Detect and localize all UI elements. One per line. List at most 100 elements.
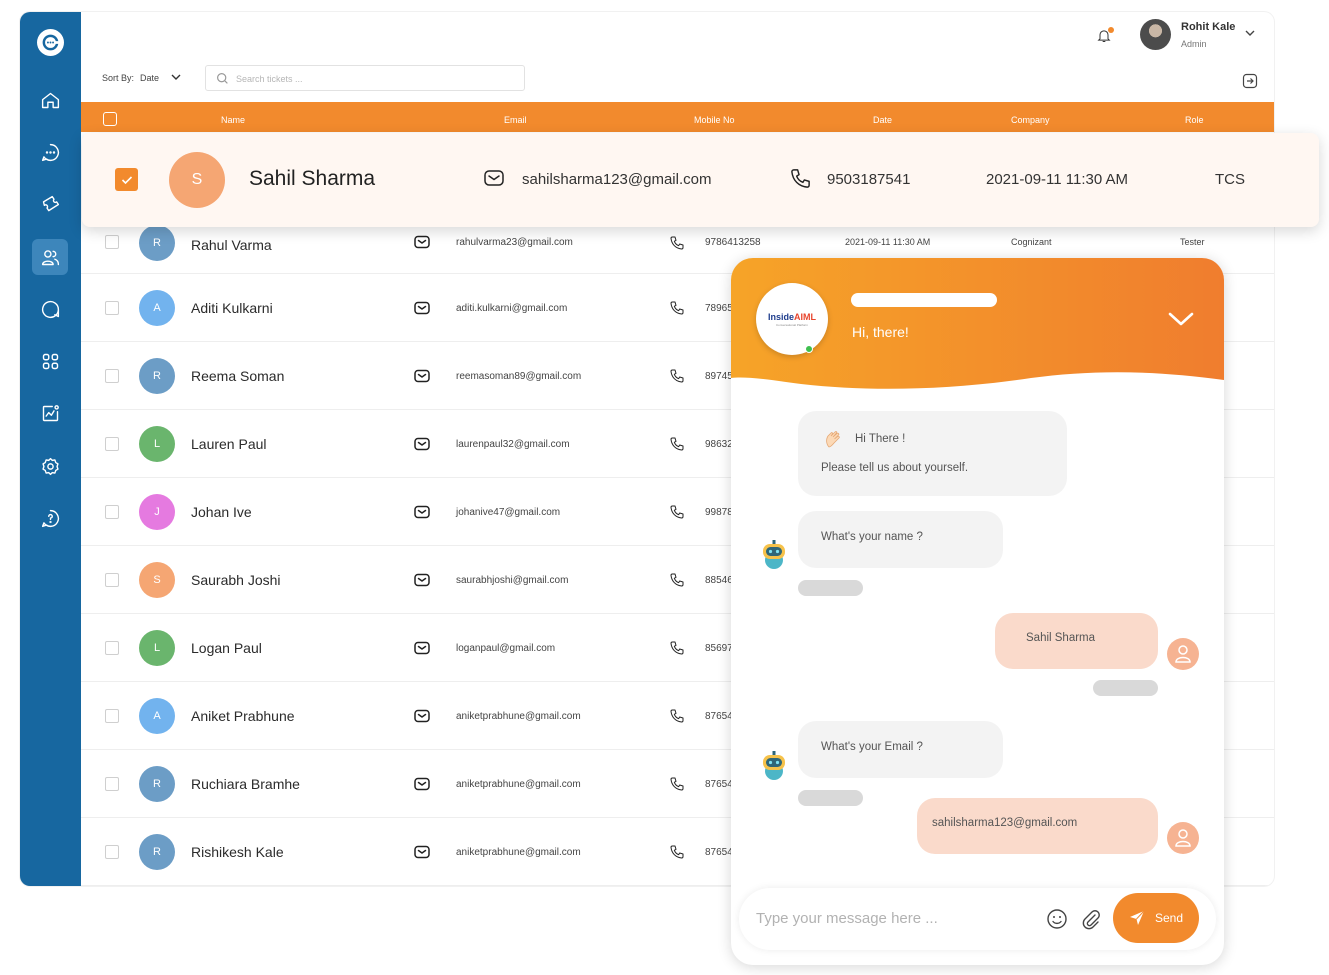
contact-company: TCS (1215, 171, 1245, 188)
contact-mobile: 98632 (705, 439, 733, 450)
avatar: R (139, 834, 175, 870)
contact-email: loganpaul@gmail.com (456, 643, 556, 654)
search-icon (217, 73, 228, 84)
chevron-down-icon[interactable] (1167, 309, 1195, 329)
contact-name: Rishikesh Kale (191, 844, 284, 860)
contact-email: aniketprabhune@gmail.com (456, 847, 581, 858)
bot-avatar-icon (763, 540, 785, 569)
ticket-icon[interactable] (32, 186, 68, 222)
attachment-icon[interactable] (1080, 908, 1102, 930)
export-icon[interactable] (1242, 73, 1258, 89)
contact-date: 2021-09-11 11:30 AM (986, 171, 1129, 188)
emoji-icon[interactable] (1046, 908, 1068, 930)
send-icon (1129, 910, 1145, 925)
home-icon[interactable] (32, 82, 68, 118)
row-checkbox[interactable] (105, 235, 119, 249)
column-header-email[interactable]: Email (504, 115, 527, 125)
message-composer: Send (739, 888, 1216, 950)
phone-icon (670, 709, 684, 723)
chevron-down-icon[interactable] (1244, 28, 1256, 38)
contact-name: Saurabh Joshi (191, 572, 281, 588)
search-box[interactable] (205, 65, 525, 91)
row-checkbox[interactable] (105, 709, 119, 723)
selected-row-card[interactable]: S Sahil Sharma sahilsharma123@gmail.com … (82, 133, 1319, 227)
phone-icon (670, 236, 684, 250)
row-checkbox[interactable] (105, 505, 119, 519)
chat-header: InsideAIML Conversational Platform Hi, t… (731, 258, 1224, 398)
chat-dots-icon[interactable] (32, 134, 68, 170)
contact-name: Aniket Prabhune (191, 708, 295, 724)
column-header-mobile[interactable]: Mobile No (694, 115, 735, 125)
user-avatar-icon (1167, 638, 1199, 670)
brand-name: InsideAIML (767, 311, 816, 322)
chat-logo-icon[interactable] (37, 29, 64, 56)
phone-icon (670, 573, 684, 587)
avatar: L (139, 630, 175, 666)
avatar: J (139, 494, 175, 530)
contact-name: Ruchiara Bramhe (191, 776, 300, 792)
users-icon[interactable] (32, 239, 68, 275)
column-header-company[interactable]: Company (1011, 115, 1050, 125)
mail-icon (414, 777, 430, 791)
column-header-date[interactable]: Date (873, 115, 892, 125)
message-input[interactable] (756, 906, 1041, 930)
intro-line-2: Please tell us about yourself. (821, 462, 969, 474)
settings-icon[interactable] (32, 448, 68, 484)
contact-email: aditi.kulkarni@gmail.com (456, 303, 568, 314)
intro-line-1: Hi There ! (855, 433, 906, 445)
row-checkbox[interactable] (105, 369, 119, 383)
select-all-checkbox[interactable] (103, 112, 117, 126)
contact-email: johanive47@gmail.com (456, 507, 561, 518)
user-role: Admin (1181, 39, 1207, 49)
avatar[interactable] (1140, 19, 1171, 50)
bot-avatar-icon (763, 751, 785, 780)
row-checkbox[interactable] (105, 845, 119, 859)
contact-email: laurenpaul32@gmail.com (456, 439, 570, 450)
mail-icon (414, 573, 430, 587)
avatar: R (139, 358, 175, 394)
mail-icon (414, 369, 430, 383)
search-input[interactable] (236, 70, 516, 87)
message-text: Sahil Sharma (1026, 632, 1096, 644)
row-checkbox[interactable] (105, 573, 119, 587)
phone-icon (670, 369, 684, 383)
contact-role: Tester (1180, 237, 1205, 247)
analytics-icon[interactable] (32, 395, 68, 431)
row-checkbox-checked[interactable] (115, 168, 138, 191)
bot-message-intro: Hi There ! Please tell us about yourself… (798, 411, 1067, 496)
phone-icon (670, 845, 684, 859)
online-status-dot (805, 345, 813, 353)
notification-bell-icon[interactable] (1096, 27, 1116, 47)
user-avatar-icon (1167, 822, 1199, 854)
message-text: sahilsharma123@gmail.com (932, 817, 1078, 829)
sort-dropdown[interactable]: Date (140, 73, 159, 83)
row-checkbox[interactable] (105, 437, 119, 451)
message-circle-icon[interactable] (32, 291, 68, 327)
help-icon[interactable] (32, 500, 68, 536)
chevron-down-icon[interactable] (170, 72, 182, 82)
contact-mobile: 87654 (705, 779, 733, 790)
user-message-email: sahilsharma123@gmail.com (917, 798, 1158, 854)
mail-icon (484, 170, 504, 186)
send-label: Send (1154, 911, 1184, 925)
contact-email: reemasoman89@gmail.com (456, 371, 582, 382)
row-checkbox[interactable] (105, 777, 119, 791)
chat-widget: InsideAIML Conversational Platform Hi, t… (731, 258, 1224, 965)
user-message-name: Sahil Sharma (995, 613, 1158, 669)
avatar: L (139, 426, 175, 462)
row-checkbox[interactable] (105, 641, 119, 655)
grid-icon[interactable] (32, 343, 68, 379)
column-header-name[interactable]: Name (221, 115, 245, 125)
timestamp-placeholder (798, 790, 863, 806)
phone-icon (670, 777, 684, 791)
column-header-role[interactable]: Role (1185, 115, 1204, 125)
send-button[interactable]: Send (1113, 893, 1199, 943)
contact-name: Sahil Sharma (249, 167, 376, 190)
contact-mobile: 9503187541 (827, 171, 911, 188)
brand-tagline: Conversational Platform (775, 322, 808, 327)
contact-mobile: 89745 (705, 371, 733, 382)
contact-mobile: 87654 (705, 711, 733, 722)
row-checkbox[interactable] (105, 301, 119, 315)
timestamp-placeholder (1093, 680, 1158, 696)
contact-mobile: 9786413258 (705, 237, 761, 248)
